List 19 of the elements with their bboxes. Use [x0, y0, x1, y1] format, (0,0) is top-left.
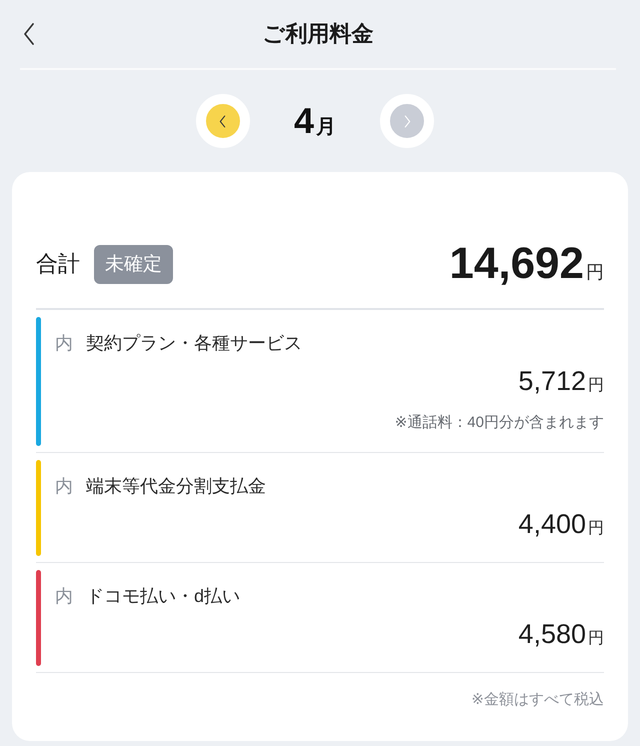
item-name: ドコモ払い・d払い [86, 585, 240, 608]
breakdown-prefix: 内 [55, 585, 73, 608]
item-amount: 5,712 円 [518, 366, 604, 398]
status-badge: 未確定 [94, 244, 173, 284]
total-amount: 14,692 円 [449, 242, 604, 286]
item-note: ※通話料：40円分が含まれます [394, 413, 604, 433]
chevron-right-icon [404, 114, 411, 128]
item-amount: 4,580 円 [518, 619, 604, 651]
chevron-left-icon [219, 114, 226, 128]
breakdown-prefix: 内 [55, 475, 73, 498]
total-label: 合計 [36, 250, 80, 278]
page-title: ご利用料金 [262, 20, 374, 48]
back-chevron-icon [22, 22, 36, 46]
breakdown-prefix: 内 [55, 332, 73, 355]
item-name: 契約プラン・各種サービス [86, 332, 302, 355]
item-amount: 4,400 円 [518, 509, 604, 541]
month-label: 4月 [294, 102, 336, 140]
tax-footnote: ※金額はすべて税込 [471, 690, 604, 710]
item-name: 端末等代金分割支払金 [86, 475, 266, 498]
